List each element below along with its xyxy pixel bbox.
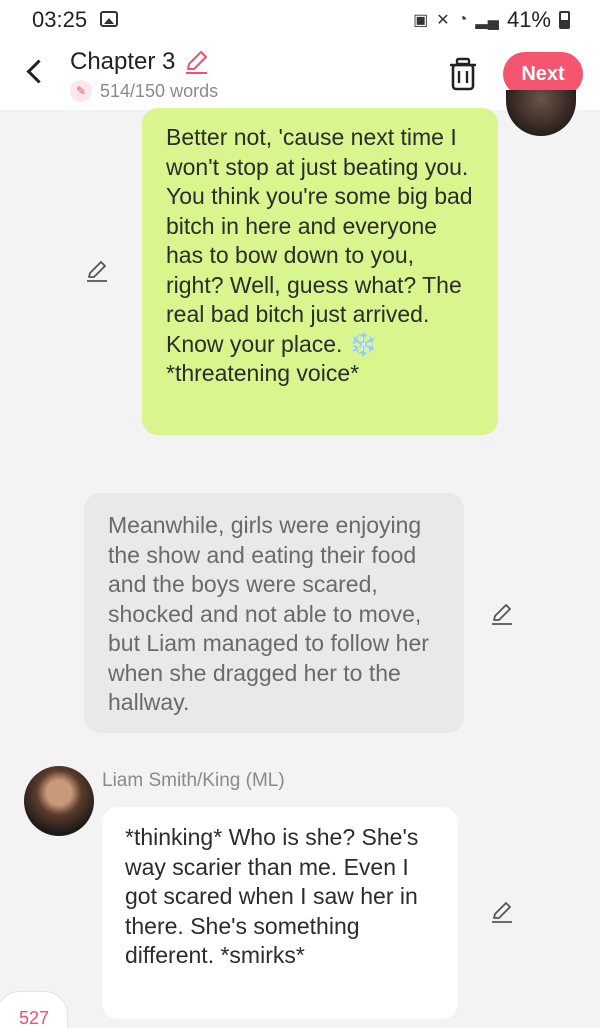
battery-icon: [559, 11, 570, 29]
chapter-title: Chapter 3: [70, 48, 176, 75]
status-time: 03:25: [32, 7, 88, 32]
back-button[interactable]: [20, 58, 50, 88]
delete-button[interactable]: [446, 56, 480, 92]
battery-level: 41%: [506, 7, 551, 32]
battery-saver-icon: ▣: [413, 12, 429, 29]
pencil-badge-icon: ✎: [70, 80, 92, 102]
status-bar: 03:25 ▣ ✕ ◔ ▂▄ 41%: [0, 0, 600, 40]
narration-bubble[interactable]: Meanwhile, girls were enjoying the show …: [84, 493, 464, 733]
message-bubble[interactable]: *thinking* Who is she? She's way scarier…: [102, 807, 458, 1019]
word-count: 514/150 words: [100, 80, 219, 101]
word-count-row: ✎ 514/150 words: [70, 80, 218, 102]
speaker-name: Liam Smith/King (ML): [102, 770, 285, 791]
bottom-word-counter[interactable]: 527: [0, 991, 68, 1028]
status-icons: ▣ ✕ ◔ ▂▄ 41%: [413, 7, 570, 33]
bottom-counter-value: 527: [19, 1008, 50, 1028]
mute-icon: ✕: [436, 12, 450, 29]
edit-message-icon[interactable]: [489, 601, 515, 627]
wifi-icon: ◔: [457, 11, 468, 28]
signal-icon: ▂▄: [475, 12, 499, 29]
speaker-avatar[interactable]: [24, 766, 94, 836]
character-avatar[interactable]: [506, 90, 576, 136]
edit-message-icon[interactable]: [489, 899, 515, 925]
message-bubble[interactable]: Better not, 'cause next time I won't sto…: [142, 108, 498, 435]
photo-icon: [100, 11, 118, 27]
edit-message-icon[interactable]: [84, 258, 110, 284]
edit-title-icon[interactable]: [182, 48, 210, 76]
